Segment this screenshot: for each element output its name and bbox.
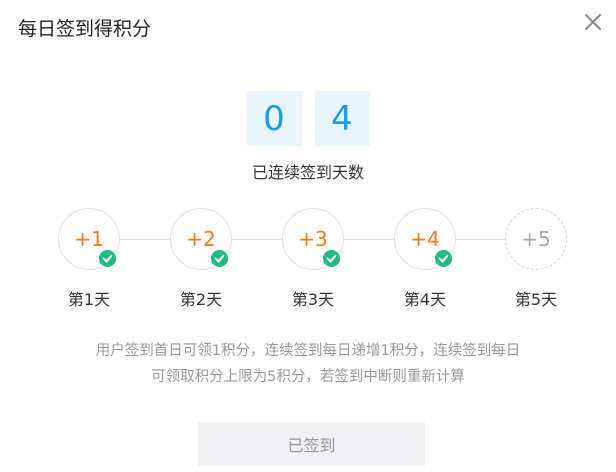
check-icon xyxy=(433,248,454,269)
checkin-dialog: 每日签到得积分 0 4 已连续签到天数 +1 第1天 +2 第2天 +3 第3天… xyxy=(0,0,616,472)
day-item: +4 第4天 xyxy=(394,208,456,309)
day-label: 第5天 xyxy=(514,290,558,309)
day-list: +1 第1天 +2 第2天 +3 第3天 +4 第4天 +5 第5天 xyxy=(58,208,570,309)
check-icon xyxy=(97,248,118,269)
day-label: 第3天 xyxy=(291,290,335,309)
rules-line: 用户签到首日可领1积分，连续签到每日递增1积分，连续签到每日 xyxy=(95,343,521,359)
streak-digit-ones: 4 xyxy=(314,91,370,146)
streak-label: 已连续签到天数 xyxy=(251,163,364,182)
check-icon xyxy=(209,248,230,269)
rules-text: 用户签到首日可领1积分，连续签到每日递增1积分，连续签到每日 可领取积分上限为5… xyxy=(44,338,572,390)
day-label: 第4天 xyxy=(403,290,447,309)
day-item: +5 第5天 xyxy=(505,208,567,309)
streak-digit-tens: 0 xyxy=(246,91,302,146)
streak-counter: 0 4 xyxy=(0,91,616,146)
check-icon xyxy=(321,248,342,269)
day-label: 第2天 xyxy=(179,290,223,309)
dialog-title: 每日签到得积分 xyxy=(18,18,152,40)
day-item: +3 第3天 xyxy=(282,208,344,309)
rules-line: 可领取积分上限为5积分，若签到中断则重新计算 xyxy=(151,369,465,385)
day-item: +1 第1天 xyxy=(58,208,120,309)
day-label: 第1天 xyxy=(67,290,111,309)
close-icon[interactable] xyxy=(582,11,604,33)
day-points-circle: +5 xyxy=(505,208,567,270)
day-item: +2 第2天 xyxy=(170,208,232,309)
signed-button[interactable]: 已签到 xyxy=(198,422,425,466)
